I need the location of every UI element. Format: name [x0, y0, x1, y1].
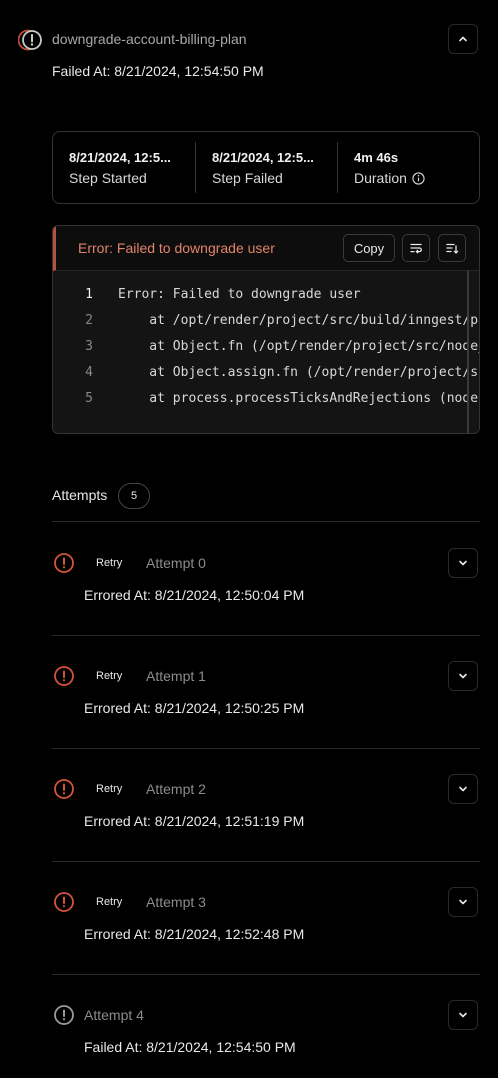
expand-attempt-button[interactable]: [448, 1000, 478, 1030]
line-text: at Object.fn (/opt/render/project/src/no…: [118, 339, 479, 354]
stat-label: Duration: [354, 170, 407, 186]
copy-button[interactable]: Copy: [343, 234, 395, 262]
stat-value: 4m 46s: [354, 150, 399, 165]
failed-status-icon: [17, 29, 42, 51]
chevron-down-icon: [459, 560, 467, 566]
divider: [52, 635, 480, 636]
chevron-down-icon: [459, 673, 467, 679]
code-line: 2 at /opt/render/project/src/build/innge…: [53, 313, 479, 333]
line-number: 2: [85, 313, 93, 328]
chevron-down-icon: [459, 899, 467, 905]
stat-duration: 4m 46s Duration: [338, 132, 478, 203]
attempt-time: Errored At: 8/21/2024, 12:50:25 PM: [84, 700, 305, 716]
error-icon: [52, 890, 76, 914]
stat-label: Step Failed: [212, 170, 283, 186]
stat-step-failed: 8/21/2024, 12:5... Step Failed: [196, 132, 337, 203]
attempt-name: Attempt 0: [146, 555, 206, 571]
error-icon: [52, 664, 76, 688]
line-text: Error: Failed to downgrade user: [118, 287, 361, 302]
line-text: at process.processTicksAndRejections (no…: [118, 391, 479, 406]
expand-attempt-button[interactable]: [448, 661, 478, 691]
divider: [52, 974, 480, 975]
info-icon[interactable]: [412, 171, 425, 185]
step-title: downgrade-account-billing-plan: [52, 31, 247, 47]
retry-tag: Retry: [96, 670, 123, 682]
divider: [52, 861, 480, 862]
stat-label: Step Started: [69, 170, 147, 186]
attempt-name: Attempt 2: [146, 781, 206, 797]
attempt-name: Attempt 4: [84, 1007, 144, 1023]
stat-value: 8/21/2024, 12:5...: [212, 150, 314, 165]
expand-attempt-button[interactable]: [448, 887, 478, 917]
attempt-time: Errored At: 8/21/2024, 12:51:19 PM: [84, 813, 305, 829]
attempt-time: Failed At: 8/21/2024, 12:54:50 PM: [84, 1039, 296, 1055]
line-text: at Object.assign.fn (/opt/render/project…: [118, 365, 479, 380]
step-stats-card: 8/21/2024, 12:5... Step Started 8/21/202…: [52, 131, 480, 204]
sort-down-icon: [446, 243, 459, 254]
error-icon: [52, 551, 76, 575]
attempts-count-badge: 5: [118, 483, 150, 509]
collapse-button[interactable]: [448, 24, 478, 54]
step-failed-at: Failed At: 8/21/2024, 12:54:50 PM: [52, 63, 264, 79]
failed-icon: [52, 1003, 76, 1027]
divider: [52, 521, 480, 522]
chevron-down-icon: [459, 786, 467, 792]
chevron-up-icon: [459, 36, 467, 42]
chevron-down-icon: [459, 1012, 467, 1018]
error-card: Error: Failed to downgrade user Copy 1 Er…: [52, 225, 480, 434]
line-number: 3: [85, 339, 93, 354]
stat-value: 8/21/2024, 12:5...: [69, 150, 171, 165]
error-header: Error: Failed to downgrade user Copy: [53, 226, 479, 271]
stat-step-started: 8/21/2024, 12:5... Step Started: [53, 132, 195, 203]
retry-tag: Retry: [96, 896, 123, 908]
expand-attempt-button[interactable]: [448, 774, 478, 804]
code-line: 4 at Object.assign.fn (/opt/render/proje…: [53, 365, 479, 385]
retry-tag: Retry: [96, 557, 123, 569]
code-line: 1 Error: Failed to downgrade user: [53, 287, 361, 307]
code-line: 5 at process.processTicksAndRejections (…: [53, 391, 478, 411]
expand-attempt-button[interactable]: [448, 548, 478, 578]
line-text: at /opt/render/project/src/build/inngest…: [118, 313, 479, 328]
retry-tag: Retry: [96, 783, 123, 795]
line-number: 1: [85, 287, 93, 302]
expand-output-button[interactable]: [438, 234, 466, 262]
vertical-scrollbar[interactable]: [467, 271, 469, 433]
attempt-time: Errored At: 8/21/2024, 12:50:04 PM: [84, 587, 305, 603]
error-message: Error: Failed to downgrade user: [78, 240, 275, 256]
divider: [52, 748, 480, 749]
attempt-name: Attempt 3: [146, 894, 206, 910]
stack-trace[interactable]: 1 Error: Failed to downgrade user 2 at /o…: [53, 271, 479, 433]
line-number: 4: [85, 365, 93, 380]
error-icon: [52, 777, 76, 801]
wrap-lines-button[interactable]: [402, 234, 430, 262]
attempt-name: Attempt 1: [146, 668, 206, 684]
attempt-time: Errored At: 8/21/2024, 12:52:48 PM: [84, 926, 305, 942]
wrap-text-icon: [410, 243, 422, 254]
attempts-label: Attempts: [52, 487, 108, 503]
line-number: 5: [85, 391, 93, 406]
code-line: 3 at Object.fn (/opt/render/project/src/…: [53, 339, 479, 359]
